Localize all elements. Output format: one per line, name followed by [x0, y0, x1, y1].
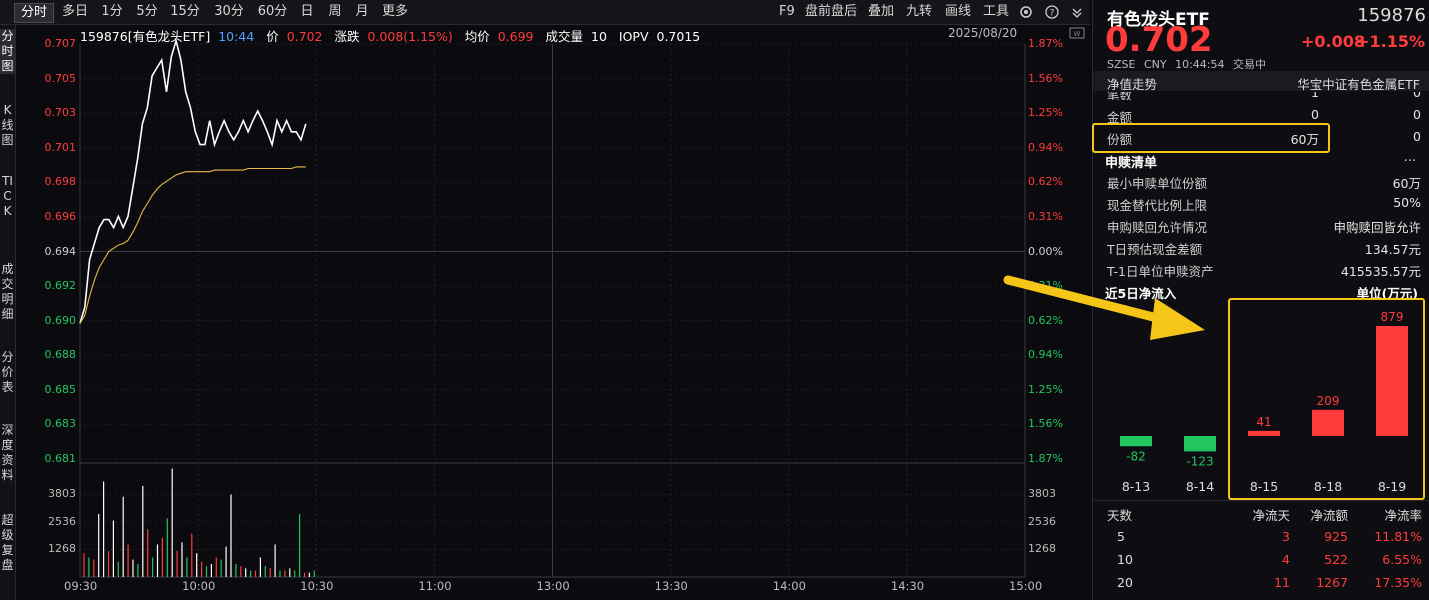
- subscribe-more-icon[interactable]: ...: [1404, 150, 1416, 165]
- stats-rate: 6.55%: [1382, 552, 1422, 567]
- percent-tick-label: 1.25%: [1028, 106, 1063, 120]
- stats-header-flowdays: 净流天: [1252, 508, 1290, 523]
- price-tick-label: 0.685: [44, 382, 77, 396]
- stats-header-days: 天数: [1107, 508, 1133, 523]
- stats-flowdays: 4: [1282, 552, 1290, 567]
- volume-tick-label: 1268: [1028, 542, 1056, 556]
- panel-price: 0.702: [1105, 20, 1213, 60]
- price-tick-label: 0.688: [44, 348, 77, 362]
- stats-days: 10: [1117, 552, 1133, 567]
- percent-tick-label: 1.56%: [1028, 417, 1063, 431]
- percent-tick-label: 0.94%: [1028, 140, 1063, 154]
- inflow-date-label: 8-14: [1186, 479, 1214, 494]
- price-tick-label: 0.701: [44, 140, 77, 154]
- stats-divider: [1093, 500, 1429, 501]
- subscribe-list-title: 申赎清单: [1105, 156, 1158, 171]
- stats-rate: 11.81%: [1374, 529, 1422, 544]
- time-tick-label: 14:00: [772, 579, 806, 593]
- panel-security-code: 159876: [1357, 5, 1426, 26]
- percent-tick-label: 1.25%: [1028, 382, 1063, 396]
- volume-tick-label: 2536: [1028, 514, 1056, 528]
- subscribe-row: 申购赎回允许情况 申购赎回皆允许: [1107, 220, 1421, 235]
- time-tick-label: 13:30: [654, 579, 688, 593]
- clipped-row-wrap: 笔数 1 0: [1093, 92, 1429, 100]
- stats-flowdays: 11: [1274, 575, 1290, 590]
- percent-tick-label: 1.56%: [1028, 71, 1063, 85]
- subscribe-row: 现金替代比例上限 50%: [1107, 195, 1421, 213]
- currency: CNY: [1143, 58, 1167, 71]
- stats-amount: 522: [1324, 552, 1348, 567]
- price-tick-label: 0.690: [44, 313, 77, 327]
- volume-tick-label: 1268: [48, 542, 76, 556]
- price-tick-label: 0.703: [44, 106, 77, 120]
- market-line: SZSE CNY 10:44:54 交易中: [1107, 56, 1266, 72]
- subscribe-row: 最小申赎单位份额 60万: [1107, 176, 1421, 191]
- price-tick-label: 0.681: [44, 452, 77, 465]
- time-tick-label: 10:30: [300, 579, 334, 593]
- stats-amount: 1267: [1316, 575, 1348, 590]
- price-tick-label: 0.696: [44, 209, 77, 223]
- percent-tick-label: 1.87%: [1028, 452, 1063, 465]
- time-tick-label: 10:00: [182, 579, 216, 593]
- time-tick-label: 14:30: [890, 579, 925, 593]
- subscribe-row: T日预估现金差额 134.57元: [1107, 242, 1421, 257]
- stats-header-rate: 净流率: [1384, 508, 1422, 523]
- price-tick-label: 0.694: [44, 244, 77, 258]
- time-tick-label: 11:00: [418, 579, 452, 593]
- volume-tick-label: 3803: [48, 487, 76, 501]
- percent-tick-label: 0.62%: [1028, 175, 1063, 189]
- stats-flowdays: 3: [1282, 529, 1290, 544]
- inflow-highlight-box: [1228, 298, 1425, 500]
- shares-highlight-box: [1092, 123, 1330, 153]
- percent-tick-label: 1.87%: [1028, 37, 1063, 50]
- market-code: SZSE: [1107, 58, 1136, 71]
- annotation-arrow-icon: [1003, 275, 1205, 340]
- inflow-bar: [1120, 436, 1152, 447]
- time-tick-label: 15:00: [1009, 579, 1043, 593]
- price-tick-label: 0.692: [44, 279, 77, 293]
- inflow-bar: [1184, 436, 1216, 452]
- stats-days: 5: [1117, 529, 1125, 544]
- panel-time: 10:44:54: [1175, 58, 1225, 71]
- price-tick-label: 0.683: [44, 417, 77, 431]
- stats-rate: 17.35%: [1374, 575, 1422, 590]
- time-tick-label: 09:30: [64, 579, 98, 593]
- stats-header-amount: 净流额: [1310, 508, 1348, 523]
- percent-tick-label: 0.94%: [1028, 348, 1063, 362]
- panel-change-pct: +1.15%: [1356, 32, 1425, 51]
- price-tick-label: 0.705: [44, 71, 77, 85]
- stats-amount: 925: [1324, 529, 1348, 544]
- percent-tick-label: 0.31%: [1028, 209, 1063, 223]
- volume-tick-label: 2536: [48, 514, 76, 528]
- price-tick-label: 0.698: [44, 175, 77, 189]
- inflow-value-label: -123: [1186, 454, 1213, 468]
- nav-trend-label[interactable]: 净值走势: [1107, 74, 1157, 93]
- index-name: 华宝中证有色金属ETF: [1297, 77, 1420, 92]
- inflow-value-label: -82: [1126, 449, 1146, 463]
- volume-tick-label: 3803: [1028, 487, 1056, 501]
- stat-row-trades: 笔数 1 0: [1107, 92, 1421, 100]
- stats-days: 20: [1117, 575, 1133, 590]
- price-tick-label: 0.707: [44, 37, 77, 50]
- intraday-chart[interactable]: [0, 0, 1090, 600]
- time-tick-label: 13:00: [536, 579, 570, 593]
- average-price-line: [79, 166, 306, 324]
- trading-status: 交易中: [1233, 58, 1266, 71]
- percent-tick-label: 0.00%: [1028, 244, 1063, 258]
- inflow-date-label: 8-13: [1122, 479, 1150, 494]
